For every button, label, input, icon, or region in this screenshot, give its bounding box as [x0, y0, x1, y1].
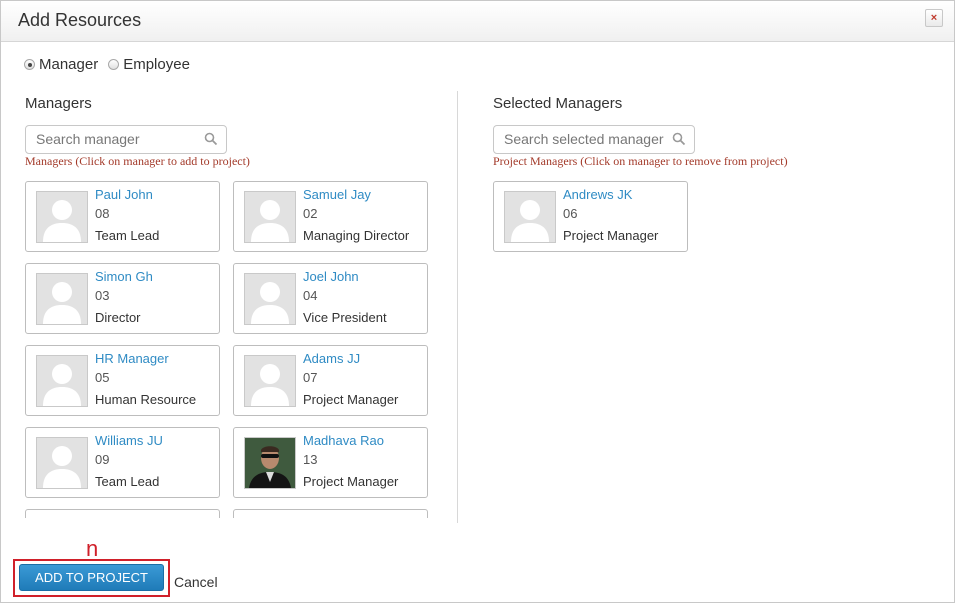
manager-card[interactable]: [25, 509, 220, 518]
avatar-placeholder-icon: [244, 191, 296, 243]
employee-radio-label[interactable]: Employee: [123, 56, 190, 73]
manager-search-box[interactable]: [25, 125, 227, 154]
manager-radio[interactable]: [24, 59, 35, 70]
selected-managers-hint: Project Managers (Click on manager to re…: [493, 154, 788, 168]
managers-list: Paul John 08 Team Lead Samuel Jay 02 Man…: [25, 181, 435, 518]
manager-role: Project Manager: [303, 474, 399, 489]
manager-radio-label[interactable]: Manager: [39, 56, 98, 73]
selected-manager-search-input[interactable]: [502, 130, 666, 148]
portrait-image: [245, 438, 295, 488]
manager-role: Project Manager: [303, 392, 399, 407]
selected-managers-title: Selected Managers: [493, 95, 623, 112]
manager-name[interactable]: Joel John: [303, 269, 359, 284]
manager-card[interactable]: Joel John 04 Vice President: [233, 263, 428, 334]
manager-role: Team Lead: [95, 228, 160, 243]
add-resources-dialog: Add Resources × Manager Employee Manager…: [0, 0, 955, 603]
manager-role: Project Manager: [563, 228, 659, 243]
manager-card[interactable]: Williams JU 09 Team Lead: [25, 427, 220, 498]
manager-role: Director: [95, 310, 141, 325]
manager-name[interactable]: Madhava Rao: [303, 433, 384, 448]
avatar-placeholder-icon: [36, 355, 88, 407]
avatar-placeholder-icon: [244, 273, 296, 325]
close-button[interactable]: ×: [925, 9, 943, 27]
manager-id: 09: [95, 452, 110, 467]
manager-role: Team Lead: [95, 474, 160, 489]
manager-card[interactable]: Madhava Rao 13 Project Manager: [233, 427, 428, 498]
resource-type-radio-group: Manager Employee: [24, 56, 200, 73]
manager-id: 05: [95, 370, 110, 385]
manager-name[interactable]: Williams JU: [95, 433, 163, 448]
column-divider: [457, 91, 458, 523]
avatar-placeholder-icon: [244, 355, 296, 407]
manager-card[interactable]: Simon Gh 03 Director: [25, 263, 220, 334]
manager-card[interactable]: Samuel Jay 02 Managing Director: [233, 181, 428, 252]
employee-radio[interactable]: [108, 59, 120, 70]
manager-id: 04: [303, 288, 318, 303]
close-icon: ×: [930, 12, 938, 24]
search-icon[interactable]: [204, 132, 218, 146]
manager-id: 03: [95, 288, 110, 303]
manager-name[interactable]: Samuel Jay: [303, 187, 371, 202]
manager-id: 06: [563, 206, 578, 221]
manager-search-input[interactable]: [34, 130, 198, 148]
cancel-link[interactable]: Cancel: [174, 574, 218, 590]
manager-name[interactable]: Paul John: [95, 187, 153, 202]
manager-role: Vice President: [303, 310, 387, 325]
avatar-photo: [244, 437, 296, 489]
manager-role: Managing Director: [303, 228, 410, 243]
manager-name[interactable]: Simon Gh: [95, 269, 153, 284]
manager-card[interactable]: HR Manager 05 Human Resource: [25, 345, 220, 416]
avatar-placeholder-icon: [36, 191, 88, 243]
dialog-header: Add Resources ×: [1, 1, 954, 42]
manager-name[interactable]: Adams JJ: [303, 351, 360, 366]
search-icon[interactable]: [672, 132, 686, 146]
manager-card[interactable]: Paul John 08 Team Lead: [25, 181, 220, 252]
avatar-placeholder-icon: [36, 437, 88, 489]
manager-id: 13: [303, 452, 318, 467]
add-to-project-button[interactable]: ADD TO PROJECT: [19, 564, 164, 591]
manager-id: 02: [303, 206, 318, 221]
manager-name[interactable]: HR Manager: [95, 351, 169, 366]
managers-title: Managers: [25, 95, 92, 112]
manager-card[interactable]: [233, 509, 428, 518]
manager-card[interactable]: Adams JJ 07 Project Manager: [233, 345, 428, 416]
avatar-placeholder-icon: [36, 273, 88, 325]
selected-manager-search-box[interactable]: [493, 125, 695, 154]
manager-id: 08: [95, 206, 110, 221]
manager-id: 07: [303, 370, 318, 385]
manager-name[interactable]: Andrews JK: [563, 187, 632, 202]
managers-hint: Managers (Click on manager to add to pro…: [25, 154, 250, 168]
dialog-title: Add Resources: [18, 10, 142, 30]
selected-manager-card[interactable]: Andrews JK 06 Project Manager: [493, 181, 688, 252]
avatar-placeholder-icon: [504, 191, 556, 243]
manager-role: Human Resource: [95, 392, 197, 407]
